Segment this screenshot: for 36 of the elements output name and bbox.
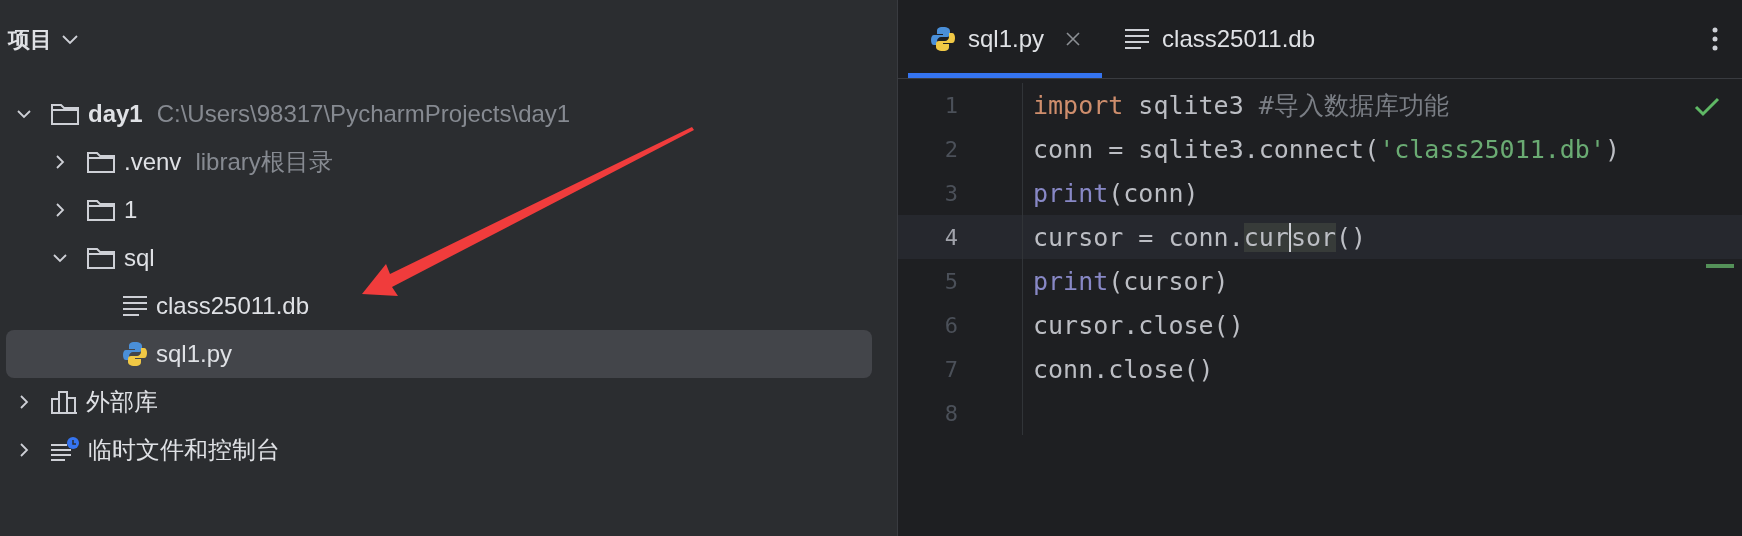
line-number: 4: [943, 224, 958, 250]
editor-tab[interactable]: class25011.db: [1102, 0, 1338, 78]
text-file-icon: [122, 295, 148, 317]
panel-title: 项目: [8, 26, 52, 54]
folder-icon: [86, 198, 116, 222]
code-line: cursor = conn.cursor(): [1033, 222, 1367, 252]
code-line: print(cursor): [1033, 266, 1229, 296]
tree-item[interactable]: sql1.py: [6, 330, 872, 378]
folder-icon: [86, 150, 116, 174]
more-options-icon[interactable]: [1712, 27, 1718, 51]
code-line: conn = sqlite3.connect('class25011.db'): [1033, 134, 1621, 164]
tree-item[interactable]: sql: [6, 234, 872, 282]
tree-item[interactable]: 外部库: [6, 378, 872, 426]
close-icon[interactable]: [1066, 32, 1081, 46]
tree-item[interactable]: 1: [6, 186, 872, 234]
code-line: print(conn): [1033, 178, 1199, 208]
python-icon: [122, 341, 148, 367]
path-hint: library根目录: [195, 147, 333, 177]
folder-icon: [86, 246, 116, 270]
python-icon: [930, 26, 956, 52]
code-line: cursor.close(): [1033, 310, 1244, 340]
path-hint: C:\Users\98317\PycharmProjects\day1: [156, 100, 571, 128]
tree-item[interactable]: .venv library根目录: [6, 138, 872, 186]
change-marker: [1706, 264, 1734, 268]
editor-tab[interactable]: sql1.py: [908, 0, 1103, 78]
scratches-icon: [50, 437, 80, 463]
folder-icon: [50, 102, 80, 126]
code-line: import sqlite3 #导入数据库功能: [1033, 89, 1449, 122]
text-file-icon: [1124, 28, 1151, 50]
tree-item[interactable]: 临时文件和控制台: [6, 426, 872, 474]
tree-item[interactable]: class25011.db: [6, 282, 872, 330]
chevron-down-icon[interactable]: [62, 35, 78, 45]
tree-item[interactable]: day1 C:\Users\98317\PycharmProjects\day1: [6, 90, 872, 138]
check-icon: [1694, 97, 1720, 117]
library-icon: [50, 389, 78, 415]
code-line: conn.close(): [1033, 354, 1214, 384]
